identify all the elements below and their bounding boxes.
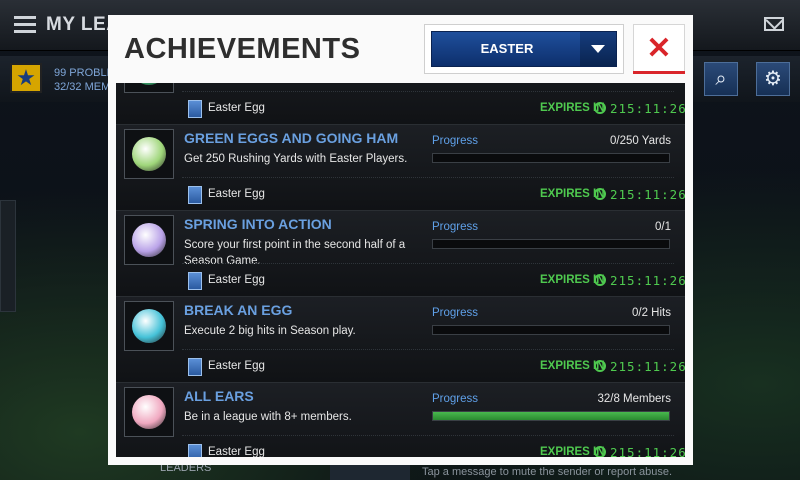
achievement-icon-art bbox=[132, 137, 166, 171]
progress-bar bbox=[432, 411, 670, 421]
easter-egg-card-icon bbox=[188, 272, 202, 290]
easter-egg-card-icon bbox=[188, 358, 202, 376]
side-panel-handle[interactable] bbox=[0, 200, 16, 312]
achievements-modal: ACHIEVEMENTS EASTER ✕ NEW PLAYERGain 1 Y… bbox=[108, 15, 693, 465]
clock-icon bbox=[594, 360, 606, 372]
reward-label: Easter Egg bbox=[208, 274, 265, 286]
filter-dropdown-container: EASTER bbox=[424, 24, 624, 74]
row-divider bbox=[182, 177, 674, 178]
easter-egg-card-icon bbox=[188, 444, 202, 457]
progress-value: 32/8 Members bbox=[597, 393, 671, 405]
progress-label: Progress bbox=[432, 221, 479, 233]
clock-icon bbox=[594, 274, 606, 286]
cracked-egg-icon bbox=[124, 301, 174, 351]
row-divider bbox=[182, 263, 674, 264]
filter-selected-value: EASTER bbox=[480, 41, 534, 56]
progress-bar bbox=[432, 239, 670, 249]
row-divider bbox=[182, 91, 674, 92]
achievements-list[interactable]: NEW PLAYERGain 1 Yard.Progress0/1 YardsE… bbox=[116, 83, 685, 457]
green-badge-icon bbox=[124, 83, 174, 93]
easter-egg-card-icon bbox=[188, 186, 202, 204]
flower-badge-icon bbox=[124, 215, 174, 265]
close-icon: ✕ bbox=[646, 32, 672, 65]
clock-icon bbox=[594, 102, 606, 114]
progress-bar bbox=[432, 153, 670, 163]
achievement-description: Score your first point in the second hal… bbox=[184, 239, 406, 267]
green-egg-icon bbox=[124, 129, 174, 179]
modal-title: ACHIEVEMENTS bbox=[124, 33, 361, 65]
row-divider bbox=[182, 435, 674, 436]
progress-label: Progress bbox=[432, 135, 479, 147]
achievement-row[interactable]: NEW PLAYERGain 1 Yard.Progress0/1 YardsE… bbox=[116, 83, 685, 125]
mail-icon[interactable] bbox=[764, 17, 784, 31]
achievement-row[interactable]: GREEN EGGS AND GOING HAM Get 250 Rushing … bbox=[116, 125, 685, 211]
easter-egg-card-icon bbox=[188, 100, 202, 118]
progress-bar-fill bbox=[433, 412, 669, 420]
pager-arrows[interactable] bbox=[330, 464, 410, 480]
reward-label: Easter Egg bbox=[208, 446, 265, 457]
hamburger-menu-icon[interactable] bbox=[14, 16, 36, 34]
achievement-icon-art bbox=[132, 309, 166, 343]
reward-label: Easter Egg bbox=[208, 188, 265, 200]
expires-timer: 215:11:26 bbox=[610, 359, 685, 374]
achievement-row[interactable]: ALL EARS Be in a league with 8+ members. P… bbox=[116, 383, 685, 457]
achievement-title: SPRING INTO ACTION bbox=[184, 216, 332, 232]
achievement-title: BREAK AN EGG bbox=[184, 302, 293, 318]
clock-icon bbox=[594, 446, 606, 457]
expires-timer: 215:11:26 bbox=[610, 187, 685, 202]
search-button[interactable]: ⌕ bbox=[704, 62, 738, 96]
clock-icon bbox=[594, 188, 606, 200]
progress-value: 0/2 Hits bbox=[632, 307, 671, 319]
reward-label: Easter Egg bbox=[208, 360, 265, 372]
filter-dropdown[interactable]: EASTER bbox=[431, 31, 617, 67]
achievement-row[interactable]: SPRING INTO ACTION Score your first point… bbox=[116, 211, 685, 297]
achievement-icon-art bbox=[132, 83, 166, 85]
expires-timer: 215:11:26 bbox=[610, 445, 685, 457]
close-button-underline bbox=[633, 71, 685, 74]
achievement-description: Be in a league with 8+ members. bbox=[184, 411, 352, 423]
achievement-row[interactable]: BREAK AN EGG Execute 2 big hits in Season… bbox=[116, 297, 685, 383]
expires-timer: 215:11:26 bbox=[610, 273, 685, 288]
progress-label: Progress bbox=[432, 307, 479, 319]
gear-icon: ⚙ bbox=[764, 68, 782, 90]
achievement-description: Execute 2 big hits in Season play. bbox=[184, 325, 356, 337]
search-icon: ⌕ bbox=[715, 68, 727, 90]
progress-value: 0/250 Yards bbox=[610, 135, 671, 147]
bunny-icon bbox=[124, 387, 174, 437]
progress-value: 0/1 bbox=[655, 221, 671, 233]
team-logo: ★ bbox=[10, 63, 42, 93]
progress-bar bbox=[432, 325, 670, 335]
close-button[interactable]: ✕ bbox=[633, 24, 685, 74]
achievement-description: Get 250 Rushing Yards with Easter Player… bbox=[184, 153, 408, 165]
progress-label: Progress bbox=[432, 393, 479, 405]
reward-label: Easter Egg bbox=[208, 102, 265, 114]
chat-hint: Tap a message to mute the sender or repo… bbox=[422, 466, 673, 478]
achievement-title: GREEN EGGS AND GOING HAM bbox=[184, 130, 399, 146]
achievement-icon-art bbox=[132, 395, 166, 429]
expires-timer: 215:11:26 bbox=[610, 101, 685, 116]
row-divider bbox=[182, 349, 674, 350]
chevron-down-icon bbox=[580, 32, 616, 66]
achievement-icon-art bbox=[132, 223, 166, 257]
achievement-title: ALL EARS bbox=[184, 388, 254, 404]
settings-button[interactable]: ⚙ bbox=[756, 62, 790, 96]
